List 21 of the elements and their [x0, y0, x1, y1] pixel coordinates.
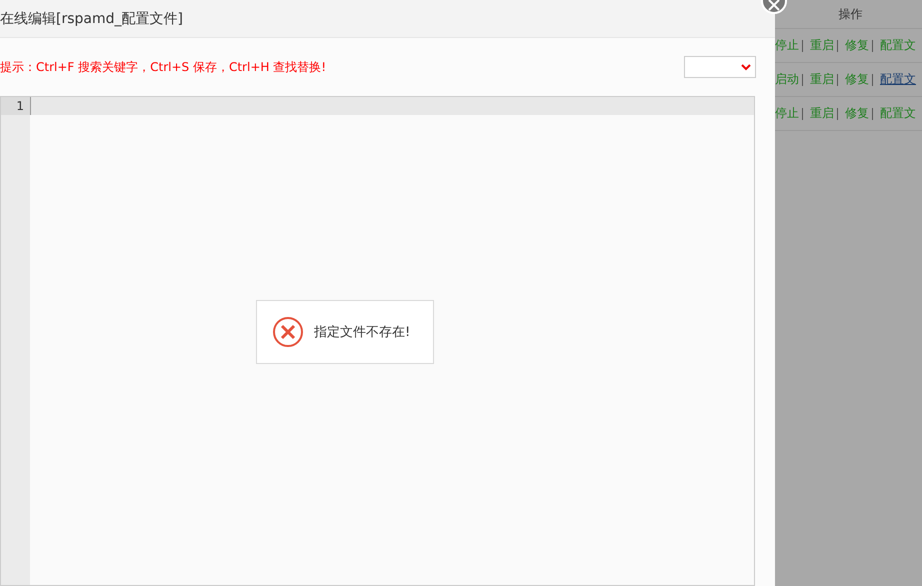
close-icon [768, 0, 780, 11]
action-link[interactable]: 重启 [810, 71, 834, 88]
action-link[interactable]: 配置文 [880, 105, 916, 122]
code-editor[interactable]: 1 指定文件不存在! [0, 96, 755, 586]
error-icon [272, 316, 304, 348]
caret-icon [741, 64, 751, 70]
dialog-title: 在线编辑[rspamd_配置文件] [0, 10, 183, 28]
toast-message: 指定文件不存在! [314, 324, 410, 341]
line-number: 1 [1, 97, 30, 115]
action-link[interactable]: 停止 [775, 37, 799, 54]
action-link[interactable]: 修复 [845, 105, 869, 122]
action-link[interactable]: 配置文 [880, 71, 916, 88]
action-link[interactable]: 配置文 [880, 37, 916, 54]
action-link[interactable]: 重启 [810, 105, 834, 122]
column-header: 操作 [838, 6, 862, 22]
action-link[interactable]: 重启 [810, 37, 834, 54]
hint-text: 提示：Ctrl+F 搜索关键字，Ctrl+S 保存，Ctrl+H 查找替换! [0, 58, 326, 76]
action-link[interactable]: 修复 [845, 71, 869, 88]
action-link[interactable]: 启动 [775, 71, 799, 88]
action-link[interactable]: 停止 [775, 105, 799, 122]
action-link[interactable]: 修复 [845, 37, 869, 54]
